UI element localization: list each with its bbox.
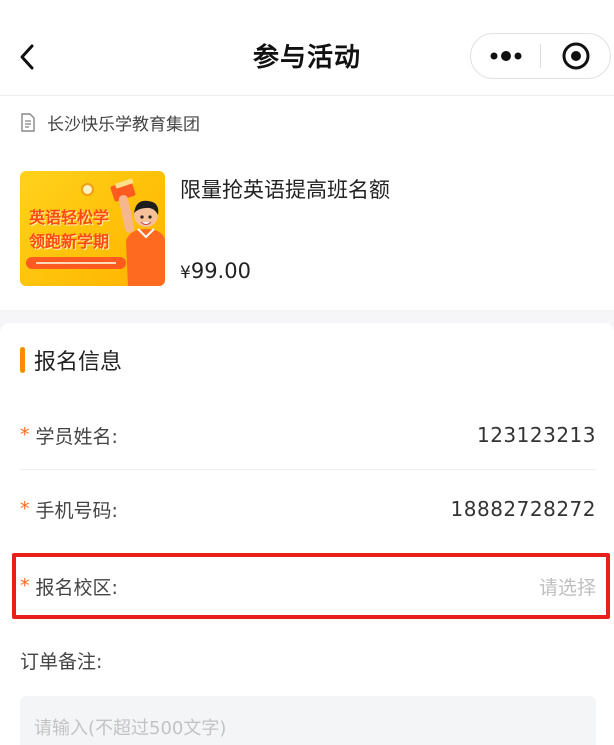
divider	[20, 469, 596, 470]
document-icon	[20, 112, 38, 132]
student-name-value[interactable]: 123123213	[477, 423, 596, 447]
campus-select-field[interactable]: * 报名校区: 请选择	[20, 556, 596, 616]
field-label: * 学员姓名:	[20, 422, 118, 449]
required-mark: *	[20, 424, 30, 446]
registration-form: 报名信息 * 学员姓名: 123123213 * 手机号码: 188827282…	[0, 323, 614, 745]
price-value: 99.00	[190, 259, 251, 283]
student-illustration	[110, 178, 165, 286]
field-label: * 报名校区:	[20, 573, 118, 600]
close-button[interactable]	[541, 34, 610, 78]
section-header: 报名信息	[20, 345, 122, 375]
section-accent-bar	[20, 347, 25, 373]
required-mark: *	[20, 575, 30, 597]
campus-select[interactable]: 请选择	[539, 573, 596, 600]
phone-value[interactable]: 18882728272	[451, 497, 596, 521]
remark-input[interactable]	[20, 696, 596, 745]
product-name: 限量抢英语提高班名额	[180, 178, 390, 202]
organization-row: 长沙快乐学教育集团	[0, 96, 614, 148]
currency-symbol: ¥	[180, 263, 191, 283]
product-thumbnail: 英语轻松学 领跑新学期	[20, 171, 165, 286]
clock-icon	[81, 183, 94, 196]
product-card[interactable]: 英语轻松学 领跑新学期	[0, 148, 614, 310]
remark-label: 订单备注:	[20, 651, 103, 673]
thumbnail-headline-1: 英语轻松学	[29, 208, 110, 227]
phone-label: 手机号码:	[35, 499, 118, 522]
campus-label: 报名校区:	[35, 576, 118, 599]
student-name-field[interactable]: * 学员姓名: 123123213	[20, 405, 596, 465]
organization-name: 长沙快乐学教育集团	[47, 114, 200, 135]
target-close-icon	[562, 42, 589, 70]
student-name-label: 学员姓名:	[35, 425, 118, 448]
product-price: ¥99.00	[180, 259, 251, 283]
thumbnail-headline-2: 领跑新学期	[29, 232, 110, 251]
field-label: * 手机号码:	[20, 496, 118, 523]
required-mark: *	[20, 498, 30, 520]
more-dots-icon	[490, 51, 521, 61]
phone-field[interactable]: * 手机号码: 18882728272	[20, 479, 596, 539]
navigation-bar: 参与活动	[0, 0, 614, 96]
mini-program-capsule	[470, 33, 611, 79]
section-title: 报名信息	[34, 350, 123, 375]
more-button[interactable]	[471, 34, 540, 78]
